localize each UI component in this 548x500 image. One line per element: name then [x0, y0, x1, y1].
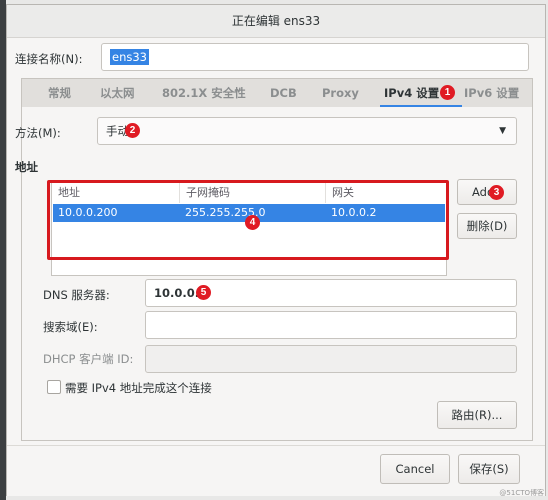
tab-ethernet[interactable]: 以太网 — [100, 79, 135, 107]
require-ipv4-checkbox[interactable] — [47, 380, 61, 394]
dhcp-client-id-input — [145, 345, 517, 373]
tab-ipv4-settings[interactable]: IPv4 设置 — [384, 79, 439, 107]
search-domains-label: 搜索域(E): — [43, 320, 98, 334]
save-button[interactable]: 保存(S) — [458, 454, 520, 484]
method-combobox[interactable]: 手动 ▼ — [97, 117, 517, 145]
require-ipv4-label[interactable]: 需要 IPv4 地址完成这个连接 — [65, 380, 212, 396]
dialog-action-bar: Cancel 保存(S) — [7, 445, 545, 496]
tab-general[interactable]: 常规 — [48, 79, 71, 107]
add-address-button[interactable]: Add — [457, 179, 517, 205]
annotation-badge-3: 3 — [489, 185, 504, 200]
delete-address-button[interactable]: 删除(D) — [457, 213, 517, 239]
address-section-heading: 地址 — [15, 160, 38, 174]
annotation-badge-5: 5 — [196, 285, 211, 300]
settings-tabs: 常规 以太网 802.1X 安全性 DCB Proxy IPv4 设置 IPv6… — [21, 78, 533, 108]
dns-servers-label: DNS 服务器: — [43, 288, 110, 302]
tab-ipv6-settings[interactable]: IPv6 设置 — [464, 79, 519, 107]
tab-proxy[interactable]: Proxy — [322, 79, 359, 107]
routes-button[interactable]: 路由(R)... — [437, 401, 517, 429]
window-title: 正在编辑 ens33 — [7, 5, 545, 38]
annotation-badge-1: 1 — [440, 85, 455, 100]
tab-dcb[interactable]: DCB — [270, 79, 297, 107]
connection-name-value: ens33 — [110, 49, 149, 65]
edit-connection-dialog: 正在编辑 ens33 连接名称(N): ens33 常规 以太网 802.1X … — [6, 4, 546, 496]
tab-8021x-security[interactable]: 802.1X 安全性 — [162, 79, 246, 107]
cancel-button[interactable]: Cancel — [380, 454, 450, 484]
search-domains-input[interactable] — [145, 311, 517, 339]
connection-name-label: 连接名称(N): — [15, 52, 83, 66]
dhcp-client-id-label: DHCP 客户端 ID: — [43, 352, 134, 366]
annotation-badge-4: 4 — [245, 215, 260, 230]
dropdown-arrow-icon: ▼ — [499, 126, 506, 136]
method-label: 方法(M): — [15, 126, 61, 140]
connection-name-input[interactable]: ens33 — [101, 43, 529, 71]
watermark: @51CTO博客 — [499, 489, 544, 497]
annotation-badge-2: 2 — [125, 123, 140, 138]
